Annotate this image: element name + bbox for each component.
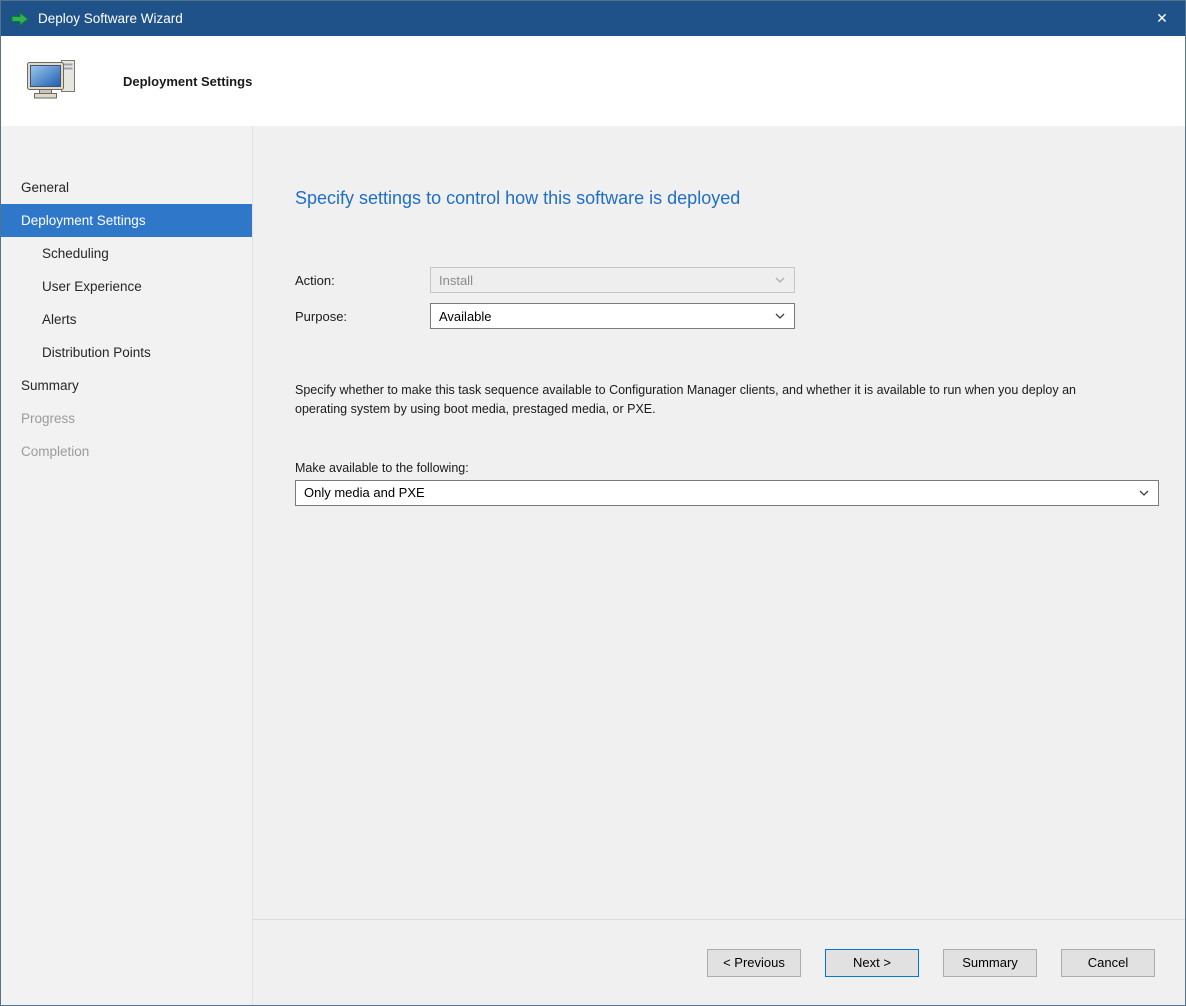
computer-icon bbox=[25, 58, 79, 104]
nav-item-progress: Progress bbox=[1, 402, 252, 435]
chevron-down-icon bbox=[1130, 481, 1158, 505]
nav-item-completion: Completion bbox=[1, 435, 252, 468]
make-available-value: Only media and PXE bbox=[304, 485, 425, 500]
nav-item-summary[interactable]: Summary bbox=[1, 369, 252, 402]
purpose-value: Available bbox=[439, 309, 492, 324]
purpose-dropdown[interactable]: Available bbox=[430, 303, 795, 329]
deploy-software-wizard-window: Deploy Software Wizard ✕ Depl bbox=[0, 0, 1186, 1006]
content-column: Specify settings to control how this sof… bbox=[253, 126, 1185, 1005]
purpose-row: Purpose: Available bbox=[295, 303, 1159, 329]
chevron-down-icon bbox=[766, 268, 794, 292]
green-arrow-icon bbox=[11, 12, 29, 26]
window-title: Deploy Software Wizard bbox=[38, 11, 1139, 26]
page-title: Deployment Settings bbox=[123, 74, 252, 89]
chevron-down-icon bbox=[766, 304, 794, 328]
make-available-dropdown[interactable]: Only media and PXE bbox=[295, 480, 1159, 506]
nav-item-user-experience[interactable]: User Experience bbox=[1, 270, 252, 303]
action-dropdown: Install bbox=[430, 267, 795, 293]
action-label: Action: bbox=[295, 273, 430, 288]
wizard-footer: < Previous Next > Summary Cancel bbox=[253, 919, 1185, 1005]
cancel-button[interactable]: Cancel bbox=[1061, 949, 1155, 977]
nav-item-deployment-settings[interactable]: Deployment Settings bbox=[1, 204, 252, 237]
nav-item-general[interactable]: General bbox=[1, 171, 252, 204]
action-value: Install bbox=[439, 273, 473, 288]
action-row: Action: Install bbox=[295, 267, 1159, 293]
nav-item-distribution-points[interactable]: Distribution Points bbox=[1, 336, 252, 369]
next-button[interactable]: Next > bbox=[825, 949, 919, 977]
page-content: Specify settings to control how this sof… bbox=[253, 126, 1185, 919]
purpose-label: Purpose: bbox=[295, 309, 430, 324]
content-heading: Specify settings to control how this sof… bbox=[295, 188, 1159, 209]
wizard-header: Deployment Settings bbox=[1, 36, 1185, 126]
summary-button[interactable]: Summary bbox=[943, 949, 1037, 977]
close-icon[interactable]: ✕ bbox=[1139, 1, 1185, 36]
wizard-nav: General Deployment Settings Scheduling U… bbox=[1, 126, 253, 1005]
deployment-description: Specify whether to make this task sequen… bbox=[295, 381, 1127, 419]
titlebar: Deploy Software Wizard ✕ bbox=[1, 1, 1185, 36]
make-available-label: Make available to the following: bbox=[295, 461, 1159, 475]
nav-item-alerts[interactable]: Alerts bbox=[1, 303, 252, 336]
previous-button[interactable]: < Previous bbox=[707, 949, 801, 977]
wizard-body: General Deployment Settings Scheduling U… bbox=[1, 126, 1185, 1005]
nav-item-scheduling[interactable]: Scheduling bbox=[1, 237, 252, 270]
